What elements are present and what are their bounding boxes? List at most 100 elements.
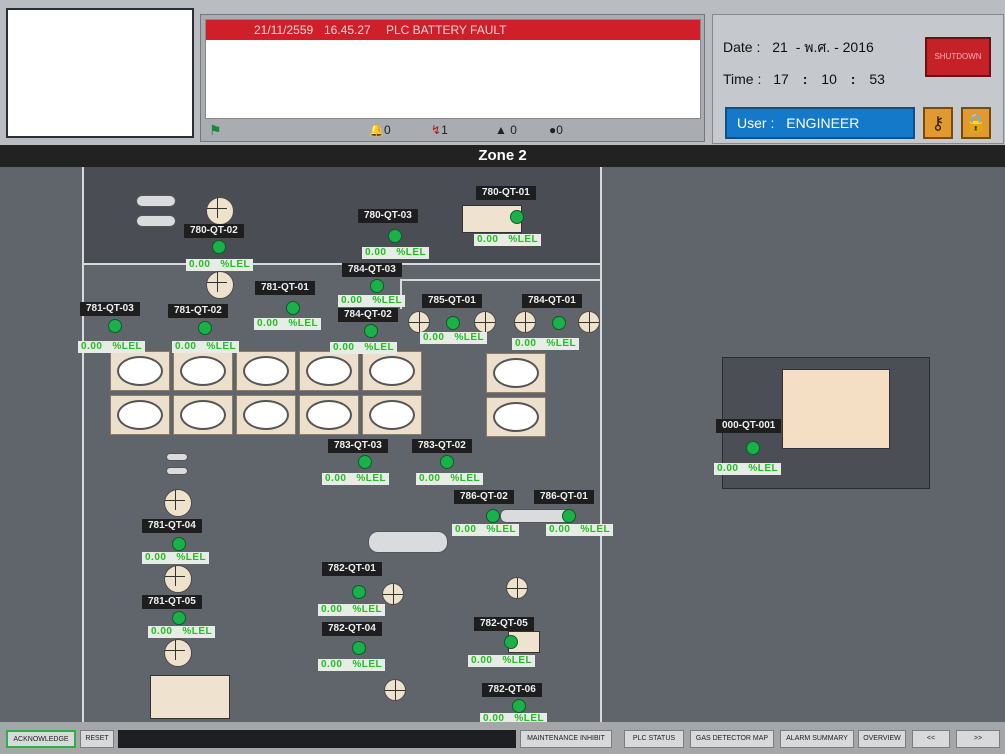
acknowledge-button[interactable]: ACKNOWLEDGE (6, 730, 76, 748)
sensor-value: 0.00 %LEL (512, 338, 580, 350)
alarm-list[interactable]: 21/11/2559 16.45.27 PLC BATTERY FAULT (205, 19, 701, 119)
date-year: 2016 (842, 39, 874, 55)
sensor-tag: 782-QT-01 (322, 562, 382, 576)
pipe-2 (136, 215, 176, 227)
status-led (512, 699, 526, 713)
tank-1 (368, 531, 448, 553)
fan-6 (110, 395, 170, 435)
vent-icon (206, 271, 234, 299)
person-icon: ▲ (495, 123, 507, 137)
vent-icon (578, 311, 600, 333)
sensor-value: 0.00 %LEL (318, 604, 386, 616)
sensor-value: 0.00 %LEL (330, 342, 398, 354)
arrow-count[interactable]: ↯1 (431, 121, 448, 139)
vent-icon (384, 679, 406, 701)
alarm-row[interactable]: 21/11/2559 16.45.27 PLC BATTERY FAULT (206, 20, 700, 40)
sensor-value: 0.00 %LEL (318, 659, 386, 671)
status-led (172, 537, 186, 551)
reset-button[interactable]: RESET (80, 730, 114, 748)
sensor-value: 0.00 %LEL (186, 259, 254, 271)
question-count[interactable]: ●0 (549, 121, 563, 139)
sensor-tag: 780-QT-01 (476, 186, 536, 200)
sensor-tag: 782-QT-06 (482, 683, 542, 697)
status-led (172, 611, 186, 625)
alarm-toolbar: ⚑ 🔔0 ↯1 ▲ 0 ●0 (205, 121, 701, 139)
sensor-value: 0.00 %LEL (452, 524, 520, 536)
prev-page-button[interactable]: << (912, 730, 950, 748)
sensor-tag: 783-QT-03 (328, 439, 388, 453)
fan-8 (236, 395, 296, 435)
alarm-time: 16.45.27 (324, 23, 371, 37)
pipe-1 (136, 195, 176, 207)
sensor-tag: 780-QT-02 (184, 224, 244, 238)
fan-9 (299, 395, 359, 435)
status-led (504, 635, 518, 649)
fan-11 (486, 353, 546, 393)
fan-7 (173, 395, 233, 435)
sensor-tag: 781-QT-02 (168, 304, 228, 318)
sensor-value: 0.00 %LEL (78, 341, 146, 353)
vent-icon (408, 311, 430, 333)
sensor-value: 0.00 %LEL (420, 332, 488, 344)
sensor-tag: 784-QT-01 (522, 294, 582, 308)
vent-icon (506, 577, 528, 599)
lock-icon[interactable]: 🔒 (961, 107, 991, 139)
pipe-3 (166, 453, 188, 461)
sensor-value: 0.00 %LEL (546, 524, 614, 536)
shutdown-button[interactable]: SHUTDOWN (925, 37, 991, 77)
user-name: ENGINEER (786, 115, 860, 131)
datetime-panel: Date : 21 - พ.ศ. - 2016 Time : 17 : 10 :… (712, 14, 1004, 144)
vent-icon (382, 583, 404, 605)
zone-title: Zone 2 (0, 145, 1005, 167)
vent-icon (164, 565, 192, 593)
sensor-tag: 786-QT-02 (454, 490, 514, 504)
person-count[interactable]: ▲ 0 (495, 121, 517, 139)
vent-icon (206, 197, 234, 225)
fan-1 (110, 351, 170, 391)
sensor-tag: 781-QT-04 (142, 519, 202, 533)
alarm-message: PLC BATTERY FAULT (386, 23, 507, 37)
sensor-value: 0.00 %LEL (474, 234, 542, 246)
sensor-value: 0.00 %LEL (468, 655, 536, 667)
next-page-button[interactable]: >> (956, 730, 1000, 748)
vent-icon (164, 489, 192, 517)
bottom-bar: ACKNOWLEDGE RESET MAINTENANCE INHIBIT PL… (0, 722, 1005, 754)
bell-count[interactable]: 🔔0 (369, 121, 391, 139)
status-led (212, 240, 226, 254)
status-led (286, 301, 300, 315)
plc-status-button[interactable]: PLC STATUS (624, 730, 684, 748)
user-bar: User : ENGINEER (725, 107, 915, 139)
sensor-value: 0.00 %LEL (714, 463, 782, 475)
time-second: 53 (869, 71, 885, 87)
sensor-tag: 782-QT-05 (474, 617, 534, 631)
bolt-icon: ↯ (431, 123, 442, 137)
sensor-tag: 000-QT-001 (716, 419, 782, 433)
pipe-4 (166, 467, 188, 475)
sensor-value: 0.00 %LEL (362, 247, 430, 259)
sensor-value: 0.00 %LEL (322, 473, 390, 485)
status-led (552, 316, 566, 330)
status-led (198, 321, 212, 335)
fan-10 (362, 395, 422, 435)
alarm-summary-button[interactable]: ALARM SUMMARY (780, 730, 854, 748)
fan-2 (173, 351, 233, 391)
status-led (746, 441, 760, 455)
sensor-value: 0.00 %LEL (172, 341, 240, 353)
key-icon[interactable]: ⚷ (923, 107, 953, 139)
fan-12 (486, 397, 546, 437)
date-line: Date : 21 - พ.ศ. - 2016 (723, 39, 874, 55)
time-line: Time : 17 : 10 : 53 (723, 71, 885, 87)
sensor-tag: 783-QT-02 (412, 439, 472, 453)
sensor-tag: 780-QT-03 (358, 209, 418, 223)
sensor-tag: 785-QT-01 (422, 294, 482, 308)
maintenance-inhibit-button[interactable]: MAINTENANCE INHIBIT (520, 730, 612, 748)
status-led (440, 455, 454, 469)
overview-button[interactable]: OVERVIEW (858, 730, 906, 748)
vent-icon (514, 311, 536, 333)
bell-icon: 🔔 (369, 123, 384, 137)
flag-icon[interactable]: ⚑ (209, 121, 222, 139)
gas-detector-map-button[interactable]: GAS DETECTOR MAP (690, 730, 774, 748)
equipment-781 (150, 675, 230, 719)
status-led (562, 509, 576, 523)
status-led (108, 319, 122, 333)
